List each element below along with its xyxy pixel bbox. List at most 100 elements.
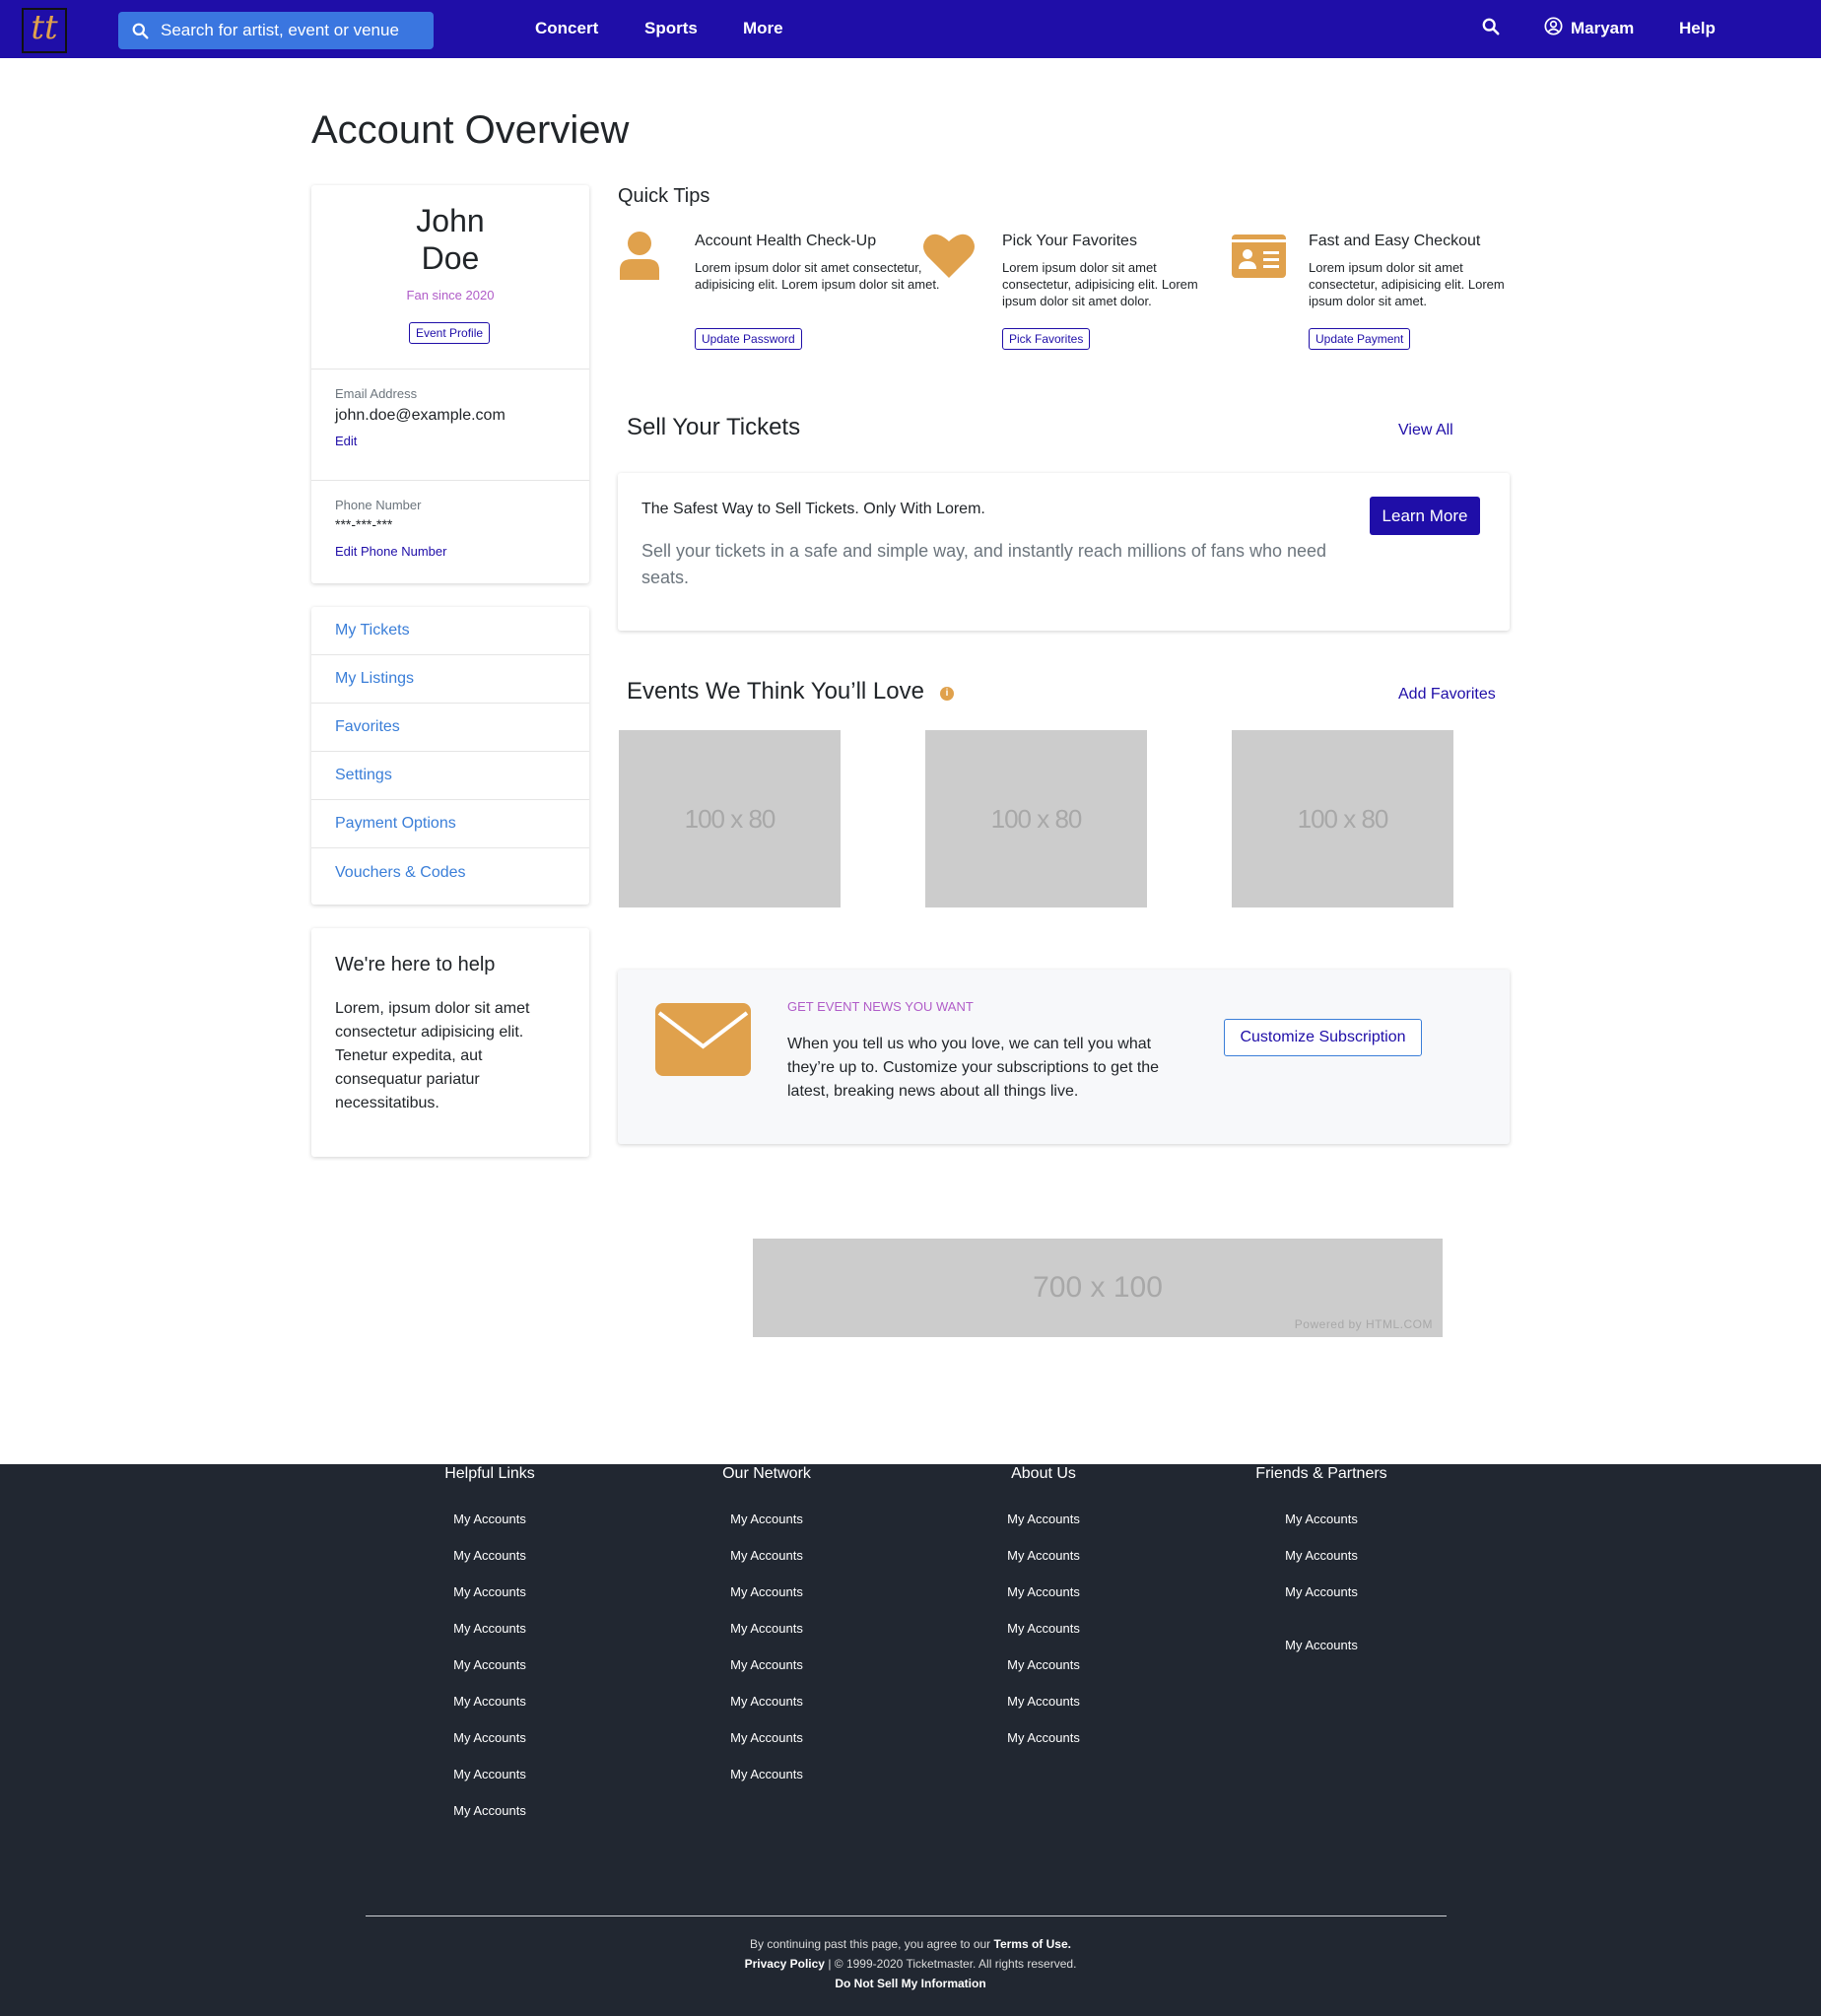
footer-link[interactable]: My Accounts	[381, 1621, 598, 1636]
menu-my-listings[interactable]: My Listings	[311, 655, 589, 704]
search-placeholder: Search for artist, event or venue	[161, 21, 399, 39]
banner-ad-placeholder[interactable]: 700 x 100 Powered by HTML.COM	[753, 1239, 1443, 1337]
footer-link[interactable]: My Accounts	[935, 1548, 1152, 1563]
tip-body: Lorem ipsum dolor sit amet consectetur, …	[1002, 260, 1198, 308]
sell-card-body: Sell your tickets in a safe and simple w…	[641, 541, 1327, 587]
edit-phone-link[interactable]: Edit Phone Number	[335, 544, 446, 559]
banner-label: 700 x 100	[1033, 1271, 1163, 1304]
tip-title: Pick Your Favorites	[1002, 233, 1137, 249]
help-card: We're here to help Lorem, ipsum dolor si…	[311, 928, 589, 1157]
news-body: When you tell us who you love, we can te…	[787, 1036, 1160, 1100]
news-subscription-card: GET EVENT NEWS YOU WANT When you tell us…	[618, 970, 1510, 1144]
footer-link[interactable]: My Accounts	[1213, 1548, 1430, 1563]
footer-link[interactable]: My Accounts	[1213, 1638, 1430, 1652]
menu-my-tickets[interactable]: My Tickets	[311, 607, 589, 655]
event-image-placeholder[interactable]: 100 x 80	[1232, 730, 1453, 907]
events-title: Events We Think You’ll Love	[627, 678, 924, 705]
customize-subscription-button[interactable]: Customize Subscription	[1224, 1019, 1422, 1056]
tip-title: Account Health Check-Up	[695, 233, 877, 249]
info-icon[interactable]: i	[940, 687, 954, 701]
footer-link[interactable]: My Accounts	[658, 1694, 875, 1709]
footer-link[interactable]: My Accounts	[658, 1657, 875, 1672]
footer-dns-line: Do Not Sell My Information	[0, 1977, 1821, 1990]
user-icon	[620, 232, 659, 280]
news-eyebrow: GET EVENT NEWS YOU WANT	[787, 999, 974, 1014]
footer-link[interactable]: My Accounts	[658, 1584, 875, 1599]
envelope-icon	[655, 1003, 751, 1076]
copyright-text: | © 1999-2020 Ticketmaster. All rights r…	[828, 1957, 1077, 1971]
help-title: We're here to help	[335, 954, 496, 975]
legal-prefix: By continuing past this page, you agree …	[750, 1937, 991, 1951]
footer-link[interactable]: My Accounts	[658, 1730, 875, 1745]
event-profile-button[interactable]: Event Profile	[409, 322, 491, 344]
footer-column-title: About Us	[1011, 1465, 1076, 1482]
footer-link[interactable]: My Accounts	[381, 1584, 598, 1599]
menu-vouchers-codes[interactable]: Vouchers & Codes	[311, 848, 589, 897]
footer-column-title: Friends & Partners	[1255, 1465, 1387, 1482]
footer-link[interactable]: My Accounts	[935, 1730, 1152, 1745]
view-all-link[interactable]: View All	[1398, 422, 1453, 439]
footer-link[interactable]: My Accounts	[935, 1621, 1152, 1636]
footer-link[interactable]: My Accounts	[935, 1657, 1152, 1672]
footer-link[interactable]: My Accounts	[381, 1657, 598, 1672]
sell-card-heading: The Safest Way to Sell Tickets. Only Wit…	[641, 501, 985, 517]
do-not-sell-link[interactable]: Do Not Sell My Information	[835, 1977, 985, 1990]
footer-link[interactable]: My Accounts	[658, 1548, 875, 1563]
terms-link[interactable]: Terms of Use.	[994, 1937, 1071, 1951]
footer-link[interactable]: My Accounts	[1213, 1512, 1430, 1526]
update-payment-button[interactable]: Update Payment	[1309, 328, 1411, 350]
site-footer: Helpful Links My Accounts My Accounts My Ac…	[0, 1464, 1821, 2016]
footer-link[interactable]: My Accounts	[381, 1694, 598, 1709]
search-icon[interactable]	[1482, 18, 1500, 35]
footer-link[interactable]: My Accounts	[658, 1621, 875, 1636]
site-logo[interactable]: tt	[22, 8, 67, 53]
search-bar[interactable]: Search for artist, event or venue	[118, 12, 434, 49]
footer-link[interactable]: My Accounts	[935, 1584, 1152, 1599]
event-image-placeholder[interactable]: 100 x 80	[619, 730, 841, 907]
account-menu: My Tickets My Listings Favorites Setting…	[311, 607, 589, 905]
footer-link[interactable]: My Accounts	[658, 1767, 875, 1781]
update-password-button[interactable]: Update Password	[695, 328, 802, 350]
profile-last-name: Doe	[421, 240, 480, 276]
footer-link[interactable]: My Accounts	[1213, 1584, 1430, 1599]
footer-link[interactable]: My Accounts	[935, 1694, 1152, 1709]
event-image-placeholder[interactable]: 100 x 80	[925, 730, 1147, 907]
menu-settings[interactable]: Settings	[311, 752, 589, 800]
footer-link[interactable]: My Accounts	[658, 1512, 875, 1526]
sell-tickets-card: The Safest Way to Sell Tickets. Only Wit…	[618, 473, 1510, 631]
edit-email-link[interactable]: Edit	[335, 434, 357, 448]
footer-link[interactable]: My Accounts	[381, 1512, 598, 1526]
footer-column-title: Helpful Links	[444, 1465, 535, 1482]
footer-link[interactable]: My Accounts	[935, 1512, 1152, 1526]
divider	[311, 480, 589, 481]
footer-link[interactable]: My Accounts	[381, 1730, 598, 1745]
footer-link[interactable]: My Accounts	[381, 1803, 598, 1818]
user-menu[interactable]: Maryam	[1571, 19, 1634, 38]
privacy-link[interactable]: Privacy Policy	[745, 1957, 825, 1971]
menu-payment-options[interactable]: Payment Options	[311, 800, 589, 848]
nav-concert[interactable]: Concert	[535, 19, 598, 38]
heart-icon	[923, 234, 975, 278]
pick-favorites-button[interactable]: Pick Favorites	[1002, 328, 1091, 350]
email-value: john.doe@example.com	[335, 407, 506, 424]
top-nav-bar: tt Search for artist, event or venue Con…	[0, 0, 1821, 58]
page-title: Account Overview	[311, 108, 630, 152]
learn-more-button[interactable]: Learn More	[1370, 497, 1480, 535]
nav-help[interactable]: Help	[1679, 19, 1716, 38]
footer-link[interactable]: My Accounts	[381, 1767, 598, 1781]
add-favorites-link[interactable]: Add Favorites	[1398, 686, 1496, 704]
menu-favorites[interactable]: Favorites	[311, 704, 589, 752]
email-label: Email Address	[335, 386, 418, 401]
sell-tickets-title: Sell Your Tickets	[627, 414, 801, 440]
profile-first-name: John	[416, 203, 485, 238]
divider	[311, 369, 589, 370]
footer-link[interactable]: My Accounts	[381, 1548, 598, 1563]
nav-sports[interactable]: Sports	[644, 19, 698, 38]
footer-legal-line: By continuing past this page, you agree …	[0, 1937, 1821, 1951]
footer-copyright-line: Privacy Policy | © 1999-2020 Ticketmaste…	[0, 1957, 1821, 1971]
search-icon	[132, 23, 149, 38]
footer-column-title: Our Network	[722, 1465, 811, 1482]
tip-title: Fast and Easy Checkout	[1309, 233, 1481, 249]
nav-more[interactable]: More	[743, 19, 783, 38]
tip-body: Lorem ipsum dolor sit amet consectetur, …	[1309, 260, 1505, 308]
